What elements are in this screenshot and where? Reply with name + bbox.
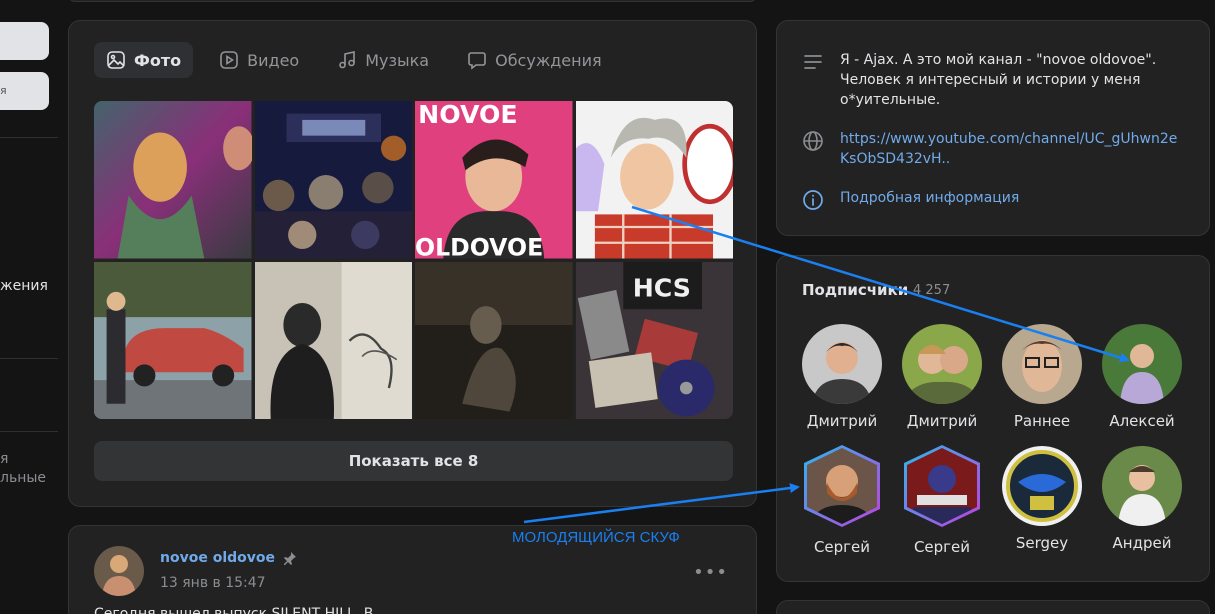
avatar [1002, 446, 1082, 526]
photo-thumbnail[interactable]: HCS [575, 261, 733, 419]
subscriber-item[interactable]: Sergey [992, 446, 1092, 552]
tab-photo[interactable]: Фото [94, 42, 194, 78]
photo-thumbnail[interactable] [575, 101, 733, 259]
avatar[interactable] [94, 546, 144, 596]
pin-icon [284, 552, 296, 565]
photo-thumbnail[interactable] [94, 261, 252, 419]
subscribers-count: 4 257 [913, 283, 951, 298]
nav-divider [0, 431, 58, 432]
subscriber-item[interactable]: Сергей [892, 445, 992, 556]
photo-thumbnail[interactable] [415, 261, 573, 419]
svg-text:NOVOE: NOVOE [418, 101, 517, 129]
media-card: Фото Видео Музыка Обсуждения NOVOE OLDOV… [68, 20, 757, 507]
top-card-edge [68, 0, 757, 2]
avatar [804, 445, 880, 527]
subscriber-item[interactable]: Раннее [992, 324, 1092, 430]
photo-thumbnail[interactable] [254, 101, 412, 259]
music-icon [339, 51, 356, 69]
avatar [1102, 324, 1182, 404]
subscriber-item[interactable]: Сергей [792, 445, 892, 556]
avatar [802, 324, 882, 404]
profile-description: Я - Ajax. А это мой канал - "novoe oldov… [840, 52, 1157, 108]
link-row: https://www.youtube.com/channel/UC_gUhwn… [802, 129, 1185, 169]
subscriber-item[interactable]: Дмитрий [892, 324, 992, 430]
avatar [902, 324, 982, 404]
video-icon [220, 51, 238, 69]
text-lines-icon [804, 55, 822, 69]
photo-thumbnail[interactable]: NOVOE OLDOVOE [415, 101, 573, 259]
nav-item-partial[interactable]: я [0, 449, 8, 469]
avatar [1002, 324, 1082, 404]
nav-button-2[interactable]: я [0, 72, 49, 110]
more-options-icon[interactable]: ••• [693, 562, 728, 583]
post-author-link[interactable]: novoe oldovoe [160, 550, 297, 566]
svg-text:OLDOVOE: OLDOVOE [415, 233, 543, 258]
subscriber-item[interactable]: Дмитрий [792, 324, 892, 430]
nav-divider [0, 137, 58, 138]
subscriber-item[interactable]: Андрей [1092, 446, 1192, 552]
annotation-label: МОЛОДЯЩИЙСЯ СКУФ [512, 529, 680, 546]
post-date[interactable]: 13 янв в 15:47 [160, 575, 266, 591]
avatar [1102, 446, 1182, 526]
discussion-icon [468, 52, 486, 70]
nav-item-partial[interactable]: жения [0, 278, 48, 294]
website-link[interactable]: https://www.youtube.com/channel/UC_gUhwn… [840, 129, 1185, 169]
photo-icon [107, 51, 125, 69]
more-details-link[interactable]: Подробная информация [840, 188, 1185, 211]
tab-music[interactable]: Музыка [325, 42, 441, 78]
photo-grid: NOVOE OLDOVOE HCS [94, 101, 733, 419]
left-navigation: я жения я льные [0, 0, 58, 614]
next-card-edge [776, 600, 1210, 614]
profile-info-card: Я - Ajax. А это мой канал - "novoe oldov… [776, 20, 1210, 236]
subscribers-title[interactable]: Подписчики [802, 281, 908, 299]
media-tabs: Фото Видео Музыка Обсуждения [94, 42, 614, 78]
nav-divider [0, 358, 58, 359]
tab-discussions[interactable]: Обсуждения [455, 42, 614, 78]
post-text: Сегодня вышел выпуск SILENT HILL. В [94, 606, 374, 614]
photo-thumbnail[interactable] [94, 101, 252, 259]
nav-item-partial[interactable]: льные [0, 468, 46, 488]
svg-text:HCS: HCS [632, 273, 690, 302]
avatar [904, 445, 980, 527]
globe-icon [803, 131, 823, 151]
photo-thumbnail[interactable] [254, 261, 412, 419]
subscribers-card: Подписчики 4 257 Дмитрий Дмитрий Раннее … [776, 255, 1210, 582]
info-icon [803, 190, 823, 210]
description-row: Я - Ajax. А это мой канал - "novoe oldov… [802, 50, 1185, 110]
tab-video[interactable]: Видео [207, 42, 311, 78]
nav-button-1[interactable] [0, 22, 49, 60]
show-all-photos-button[interactable]: Показать все 8 [94, 441, 733, 481]
details-row[interactable]: Подробная информация [802, 188, 1185, 211]
subscriber-item[interactable]: Алексей [1092, 324, 1192, 430]
